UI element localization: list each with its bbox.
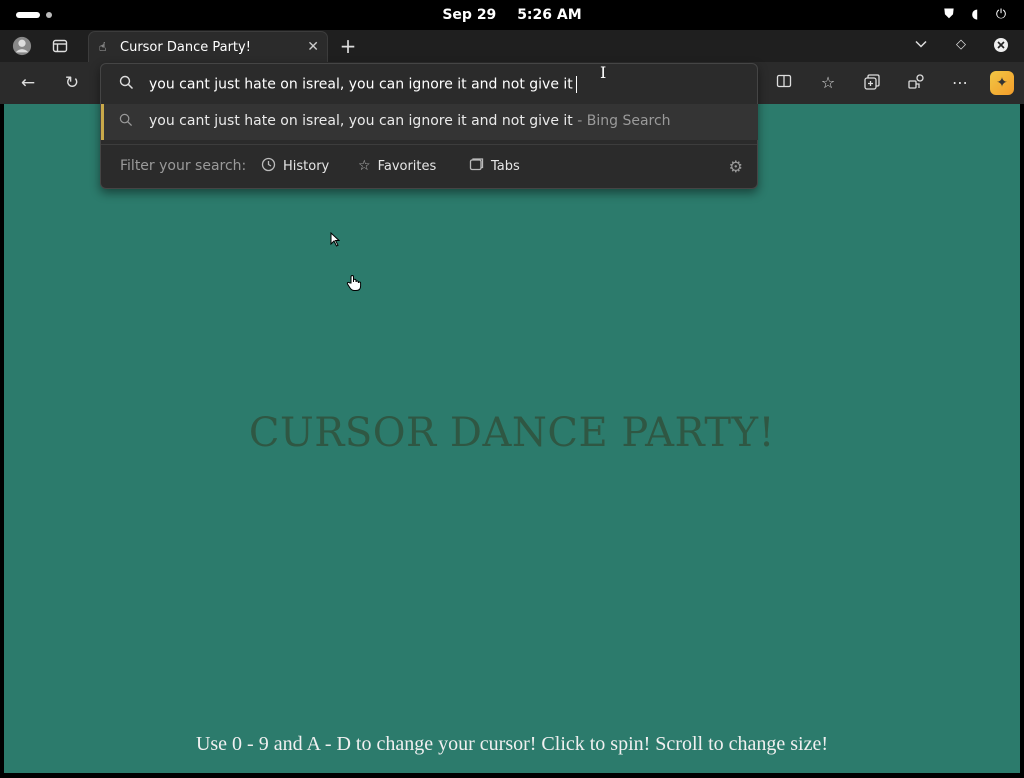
suggestion-query: you cant just hate on isreal, you can ig… [149, 113, 573, 129]
filter-label: Filter your search: [120, 158, 247, 174]
power-icon: ⏻ [995, 7, 1007, 22]
copilot-icon[interactable]: ✦ [990, 71, 1014, 95]
suggestion-label: you cant just hate on isreal, you can ig… [149, 113, 671, 129]
divider [101, 144, 757, 145]
search-suggestion[interactable]: you cant just hate on isreal, you can ig… [101, 104, 758, 140]
volume-icon: ◖ [971, 7, 979, 22]
filter-tabs-button[interactable]: Tabs [469, 155, 520, 177]
favorites-star-icon[interactable]: ☆ [816, 73, 840, 92]
hand-cursor-icon [346, 274, 362, 296]
workspaces-icon[interactable] [50, 36, 70, 56]
filter-history-label: History [283, 158, 330, 174]
close-icon[interactable]: ✕ [307, 39, 319, 55]
filter-favorites-button[interactable]: ☆ Favorites [358, 155, 436, 177]
filter-row: Filter your search: History ☆ Favorites … [101, 146, 757, 186]
filter-tabs-label: Tabs [491, 158, 520, 174]
back-arrow-icon[interactable]: ← [16, 73, 40, 93]
search-icon [119, 75, 135, 91]
page-content[interactable]: CURSOR DANCE PARTY! Use 0 - 9 and A - D … [4, 104, 1020, 773]
more-icon[interactable]: ⋯ [948, 73, 972, 92]
collections-icon[interactable] [860, 73, 884, 95]
extensions-icon[interactable] [904, 73, 928, 95]
page-title: CURSOR DANCE PARTY! [248, 410, 776, 456]
tab-bar: ☝ Cursor Dance Party! ✕ + ◇ [0, 30, 1024, 63]
window-close-icon[interactable] [992, 37, 1010, 57]
search-icon [119, 113, 133, 131]
address-bar-input[interactable]: you cant just hate on isreal, you can ig… [149, 76, 577, 93]
tab-list-chevron-icon[interactable] [912, 37, 930, 55]
hand-cursor-icon: ☝ [99, 40, 107, 54]
tab-title: Cursor Dance Party! [120, 40, 251, 55]
system-clock[interactable]: Sep 29 5:26 AM [0, 7, 1024, 23]
profile-icon[interactable] [12, 36, 32, 56]
settings-gear-icon[interactable]: ⚙ [729, 157, 743, 176]
address-bar-query: you cant just hate on isreal, you can ig… [149, 76, 573, 93]
suggestion-source: - Bing Search [572, 113, 671, 129]
shield-icon: ⛊ [944, 7, 954, 22]
system-tray[interactable]: ⛊ ◖ ⏻ [942, 7, 1008, 22]
filter-favorites-label: Favorites [377, 158, 437, 174]
address-bar[interactable]: you cant just hate on isreal, you can ig… [101, 64, 757, 104]
refresh-icon[interactable]: ↻ [60, 73, 84, 93]
system-status-bar: Sep 29 5:26 AM ⛊ ◖ ⏻ [0, 0, 1024, 30]
diamond-icon[interactable]: ◇ [952, 37, 970, 52]
split-screen-icon[interactable] [772, 73, 796, 93]
text-caret [575, 76, 577, 93]
clock-time: 5:26 AM [517, 7, 582, 23]
page-instructions: Use 0 - 9 and A - D to change your curso… [195, 733, 829, 755]
tab-cursor-dance-party[interactable]: ☝ Cursor Dance Party! ✕ [88, 31, 328, 63]
text-cursor-icon: I [600, 63, 607, 82]
arrow-cursor-icon [330, 231, 341, 251]
address-bar-dropdown: you cant just hate on isreal, you can ig… [100, 63, 758, 189]
history-icon [261, 157, 276, 176]
filter-history-button[interactable]: History [261, 155, 329, 177]
clock-date: Sep 29 [442, 7, 497, 23]
tabs-icon [469, 157, 484, 176]
new-tab-plus-icon[interactable]: + [338, 34, 358, 58]
star-icon: ☆ [358, 158, 371, 174]
